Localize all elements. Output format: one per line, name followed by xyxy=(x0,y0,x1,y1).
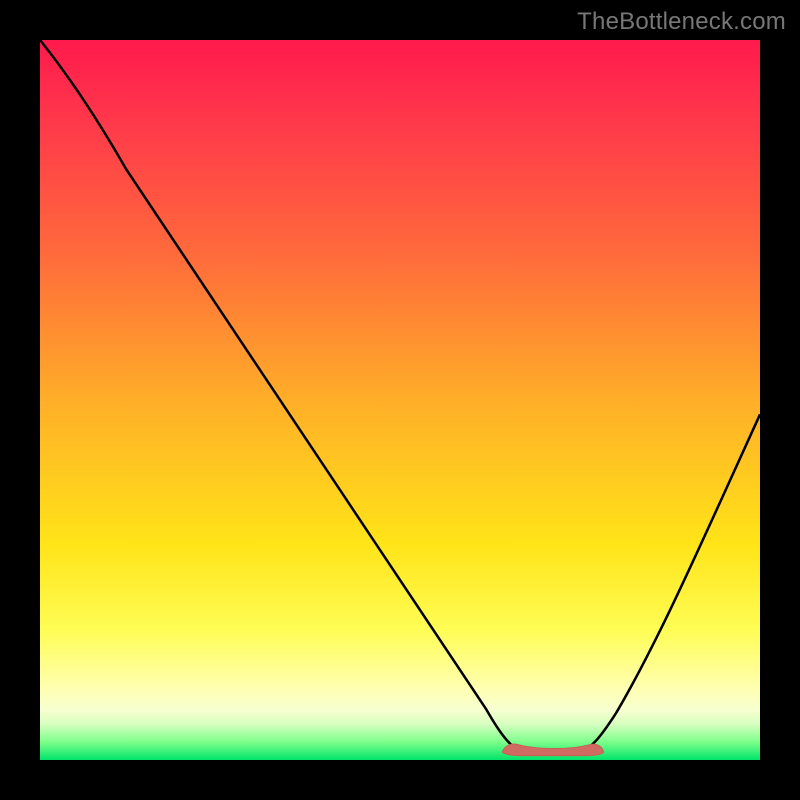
optimal-zone-marker xyxy=(502,744,604,756)
heatmap-background xyxy=(40,40,760,760)
bottleneck-curve xyxy=(40,40,760,752)
watermark-text: TheBottleneck.com xyxy=(577,8,786,36)
chart-frame: TheBottleneck.com xyxy=(0,0,800,800)
chart-svg xyxy=(40,40,760,760)
